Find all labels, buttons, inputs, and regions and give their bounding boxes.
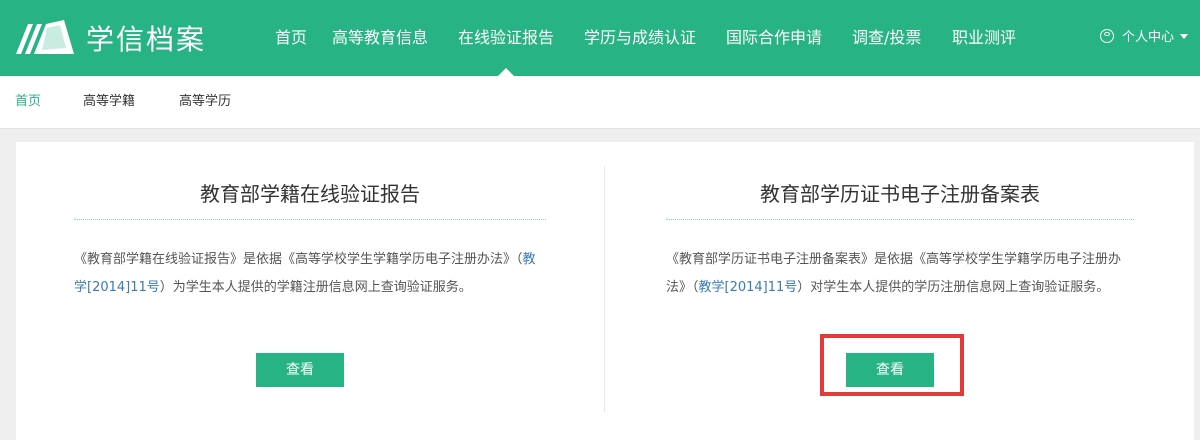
column-divider xyxy=(604,166,605,412)
breadcrumb-degree[interactable]: 高等学历 xyxy=(179,76,231,128)
panel-divider xyxy=(666,219,1134,220)
user-circle-icon xyxy=(1100,28,1114,43)
nav-degree-and-transcript-certification[interactable]: 学历与成绩认证 xyxy=(584,0,696,76)
panel-description: 《教育部学籍在线验证报告》是依据《高等学校学生学籍学历电子注册办法》（教学[20… xyxy=(74,246,546,302)
view-student-status-report-button[interactable]: 查看 xyxy=(256,353,344,387)
nav-higher-education-info[interactable]: 高等教育信息 xyxy=(332,0,428,76)
panel-divider xyxy=(74,219,546,220)
brand-name[interactable]: 学信档案 xyxy=(86,22,206,58)
top-navigation-bar: 学信档案 首页 高等教育信息 在线验证报告 学历与成绩认证 国际合作申请 调查/… xyxy=(0,0,1200,76)
chevron-down-icon xyxy=(1180,34,1189,39)
panel-title-student-status-report: 教育部学籍在线验证报告 xyxy=(200,182,420,206)
nav-survey-vote[interactable]: 调查/投票 xyxy=(852,0,921,76)
nav-online-verification-report[interactable]: 在线验证报告 xyxy=(458,0,554,76)
nav-career-assessment[interactable]: 职业测评 xyxy=(952,0,1016,76)
user-center-menu[interactable]: 个人中心 xyxy=(1100,0,1189,76)
breadcrumb-home[interactable]: 首页 xyxy=(15,76,41,128)
panel-title-degree-registration-form: 教育部学历证书电子注册备案表 xyxy=(760,182,1040,206)
panel-description: 《教育部学历证书电子注册备案表》是依据《高等学校学生学籍学历电子注册办法》（教学… xyxy=(666,246,1134,302)
highlight-annotation-box xyxy=(820,334,964,396)
breadcrumb-student-status[interactable]: 高等学籍 xyxy=(83,76,135,128)
description-text: ）对学生本人提供的学历注册信息网上查询验证服务。 xyxy=(797,280,1110,295)
description-text: ）为学生本人提供的学籍注册信息网上查询验证服务。 xyxy=(159,280,472,295)
user-center-label: 个人中心 xyxy=(1122,30,1175,45)
description-text: 《教育部学籍在线验证报告》是依据《高等学校学生学籍学历电子注册办法》（ xyxy=(74,252,523,267)
regulation-link[interactable]: 教学[2014]11号 xyxy=(699,280,798,295)
nav-home[interactable]: 首页 xyxy=(275,0,307,76)
book-logo-icon[interactable] xyxy=(14,18,76,58)
breadcrumb: 首页 高等学籍 高等学历 xyxy=(0,76,1200,129)
report-card: 教育部学籍在线验证报告 《教育部学籍在线验证报告》是依据《高等学校学生学籍学历电… xyxy=(16,142,1194,440)
nav-international-cooperation[interactable]: 国际合作申请 xyxy=(726,0,822,76)
